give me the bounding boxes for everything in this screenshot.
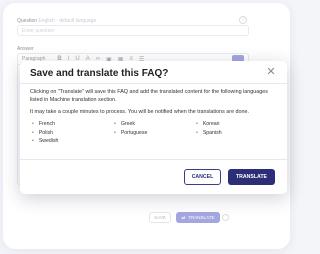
language-item: Swedish	[32, 138, 114, 146]
save-button[interactable]: SAVE	[149, 212, 171, 223]
info-icon[interactable]: i	[239, 16, 247, 24]
question-label-hint: English - default language	[38, 18, 97, 24]
language-item: French	[32, 121, 114, 129]
question-label-text: Question	[17, 18, 38, 24]
language-item: Korean	[196, 121, 272, 129]
translate-button-label: TRANSLATE	[188, 215, 215, 220]
dialog-description: Clicking on "Translate" will save this F…	[30, 89, 268, 103]
translate-button[interactable]: TRANSLATE	[228, 169, 275, 185]
language-list: French Greek Korean Polish Portuguese Sp…	[32, 121, 272, 146]
dialog-processing-note: It may take a couple minutes to process.…	[30, 109, 250, 115]
question-input[interactable]: Enter question	[17, 25, 249, 36]
dialog-footer-divider	[20, 159, 287, 160]
language-item: Polish	[32, 130, 114, 138]
language-item: Portuguese	[114, 130, 196, 138]
translate-info-icon[interactable]	[222, 214, 229, 221]
question-label: Question English - default language	[17, 18, 96, 24]
close-icon[interactable]: ✕	[265, 66, 277, 78]
translate-button-background[interactable]: ⇄ TRANSLATE	[176, 212, 220, 223]
cancel-button[interactable]: CANCEL	[184, 169, 221, 185]
language-item: Spanish	[196, 130, 272, 138]
dialog-header-divider	[20, 83, 287, 84]
save-translate-dialog: Save and translate this FAQ? ✕ Clicking …	[20, 61, 287, 194]
dialog-title: Save and translate this FAQ?	[30, 68, 169, 79]
translate-icon: ⇄	[181, 215, 186, 220]
language-item: Greek	[114, 121, 196, 129]
answer-label: Answer	[17, 46, 34, 52]
